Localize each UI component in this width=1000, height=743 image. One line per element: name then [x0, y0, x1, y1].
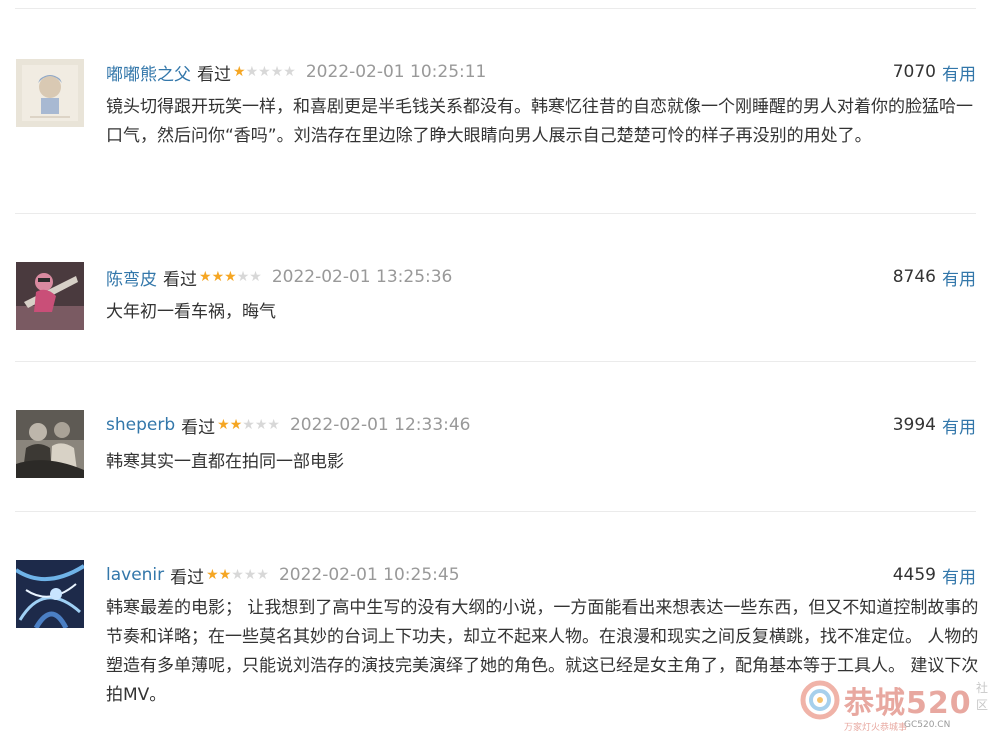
star-icon: ★ [258, 64, 271, 80]
comment-divider [15, 361, 976, 362]
star-icon: ★ [217, 417, 230, 433]
star-icon: ★ [283, 64, 296, 80]
vote-area: 8746 有用 [893, 264, 976, 290]
vote-count: 3994 [892, 415, 936, 435]
comment-divider [15, 511, 976, 512]
vote-area: 4459 有用 [893, 562, 976, 588]
star-icon: ★ [218, 567, 232, 583]
avatar[interactable] [16, 59, 84, 127]
comment-text: 韩寒其实一直都在拍同一部电影 [106, 452, 344, 472]
username-link[interactable]: 陈弯皮 [106, 265, 157, 290]
rating-stars: ★ ★ ★ ★ ★ [233, 65, 296, 79]
comment-time: 2022-02-01 10:25:11 [305, 62, 487, 82]
watermark-side-label: 社区 [976, 681, 989, 712]
vote-count: 7070 [892, 62, 936, 82]
star-icon: ★ [242, 417, 255, 433]
avatar-image [16, 410, 84, 478]
star-icon: ★ [206, 567, 219, 583]
star-icon: ★ [243, 567, 257, 583]
watch-status: 看过 [163, 269, 197, 290]
useful-button[interactable]: 有用 [942, 563, 976, 588]
avatar[interactable] [16, 560, 84, 628]
star-icon: ★ [254, 417, 268, 433]
watermark-slogan: 万家灯火恭城事 [844, 723, 908, 733]
rating-stars: ★ ★ ★ ★ ★ [206, 568, 269, 582]
useful-button[interactable]: 有用 [942, 60, 976, 85]
watch-status: 看过 [170, 567, 205, 588]
vote-area: 7070 有用 [893, 59, 976, 85]
watermark-title: 恭城520 [844, 686, 972, 721]
useful-button[interactable]: 有用 [942, 413, 976, 438]
avatar[interactable] [16, 262, 84, 330]
star-icon: ★ [233, 64, 246, 80]
comment-text: 镜头切得跟开玩笑一样，和喜剧更是半毛钱关系都没有。韩寒忆往昔的自恋就像一个刚睡醒… [106, 97, 973, 146]
swirl-logo-icon [800, 680, 840, 720]
vote-count: 4459 [892, 565, 936, 585]
comment-divider [15, 213, 976, 214]
site-watermark: 恭城520 社区 万家灯火恭城事 GC520.CN [800, 676, 995, 738]
vote-count: 8746 [892, 267, 936, 287]
comment-header: 嘟嘟熊之父 看过 ★ ★ ★ ★ ★ 2022-02-01 10:25:11 [106, 59, 486, 85]
rating-stars: ★ ★ ★ ★ ★ [199, 270, 262, 284]
comment-header: sheperb 看过 ★ ★ ★ ★ ★ 2022-02-01 12:33:46 [106, 412, 471, 438]
star-icon: ★ [267, 417, 280, 433]
username-link[interactable]: lavenir [106, 565, 164, 585]
star-icon: ★ [256, 567, 269, 583]
watch-status: 看过 [181, 417, 216, 438]
star-icon: ★ [199, 269, 212, 285]
star-icon: ★ [211, 269, 225, 285]
comment-text: 大年初一看车祸，晦气 [106, 302, 276, 322]
star-icon: ★ [249, 269, 262, 285]
watch-status: 看过 [197, 64, 231, 85]
username-link[interactable]: 嘟嘟熊之父 [106, 60, 191, 85]
star-icon: ★ [270, 64, 284, 80]
avatar[interactable] [16, 410, 84, 478]
rating-stars: ★ ★ ★ ★ ★ [217, 418, 280, 432]
watermark-url: GC520.CN [904, 720, 951, 730]
avatar-image [16, 59, 84, 127]
star-icon: ★ [231, 567, 244, 583]
vote-area: 3994 有用 [893, 412, 976, 438]
top-divider [15, 8, 976, 9]
star-icon: ★ [236, 269, 250, 285]
star-icon: ★ [224, 269, 237, 285]
useful-button[interactable]: 有用 [942, 265, 976, 290]
username-link[interactable]: sheperb [106, 415, 175, 435]
avatar-image [16, 560, 84, 628]
star-icon: ★ [245, 64, 259, 80]
star-icon: ★ [229, 417, 243, 433]
comment-time: 2022-02-01 10:25:45 [278, 565, 460, 585]
comment-header: 陈弯皮 看过 ★ ★ ★ ★ ★ 2022-02-01 13:25:36 [106, 264, 452, 290]
comment-time: 2022-02-01 13:25:36 [271, 267, 453, 287]
comment-header: lavenir 看过 ★ ★ ★ ★ ★ 2022-02-01 10:25:45 [106, 562, 460, 588]
avatar-image [16, 262, 84, 330]
comment-time: 2022-02-01 12:33:46 [289, 415, 471, 435]
